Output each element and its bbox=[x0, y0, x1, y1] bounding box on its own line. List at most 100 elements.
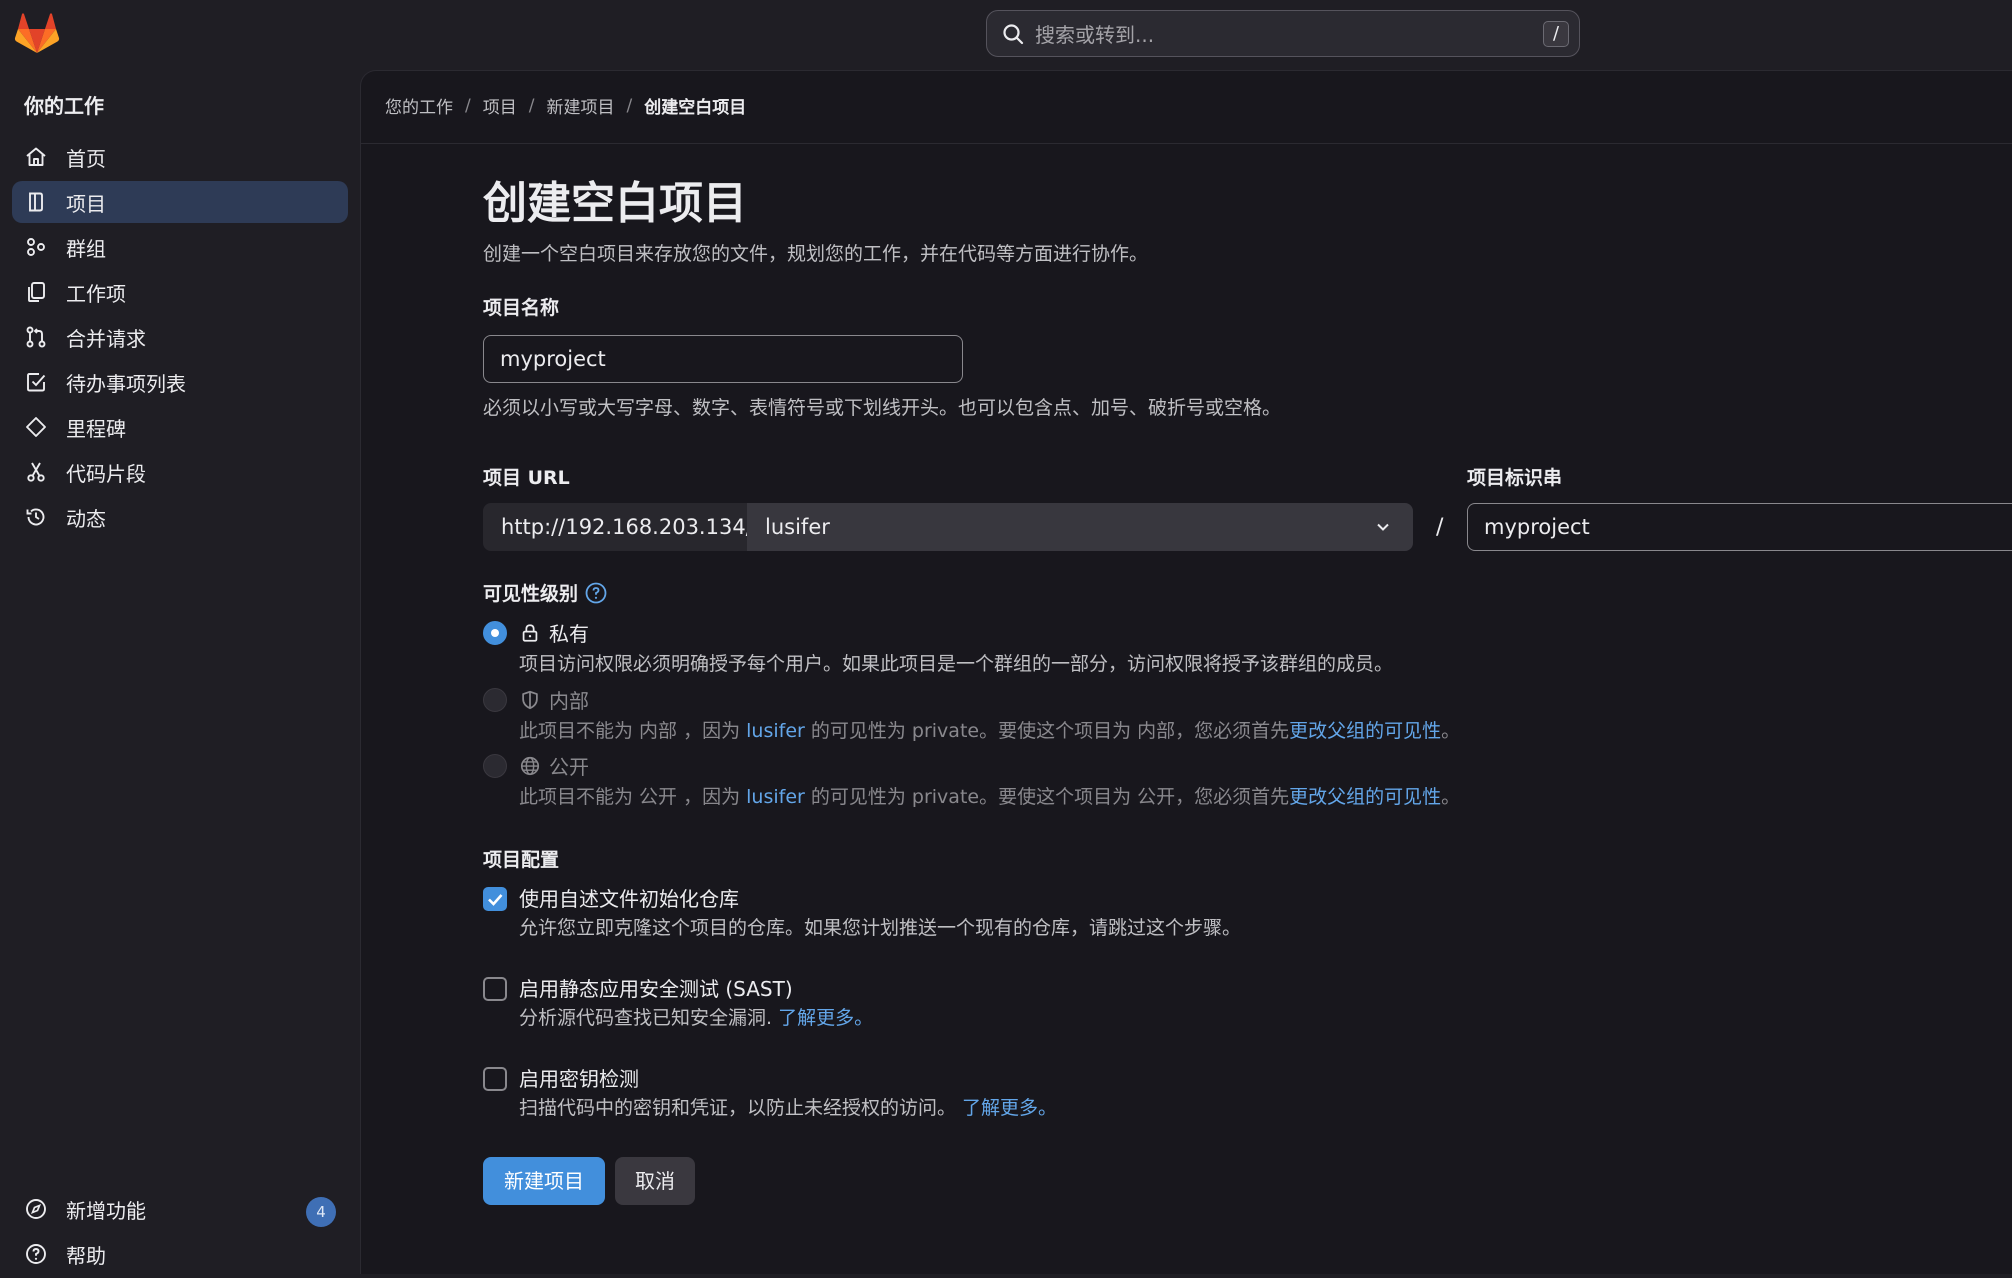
namespace-select[interactable]: lusifer bbox=[747, 503, 1413, 551]
sidebar-item-whats-new[interactable]: 新增功能 4 bbox=[12, 1188, 348, 1230]
sast-checkbox[interactable] bbox=[483, 977, 507, 1001]
breadcrumb-new-project[interactable]: 新建项目 bbox=[546, 93, 614, 118]
readme-description: 允许您立即克隆这个项目的仓库。如果您计划推送一个现有的仓库，请跳过这个步骤。 bbox=[519, 917, 1242, 939]
sidebar-item-label: 帮助 bbox=[66, 1243, 106, 1268]
secret-detection-description: 扫描代码中的密钥和凭证，以防止未经授权的访问。 了解更多。 bbox=[519, 1093, 1057, 1120]
public-desc-text: 的可见性为 private。要使这个项目为 公开，您必须首先 bbox=[804, 786, 1290, 808]
namespace-value: lusifer bbox=[765, 515, 830, 539]
project-url-label: 项目 URL bbox=[483, 467, 570, 489]
visibility-public-label: 公开 bbox=[549, 755, 589, 779]
lock-icon bbox=[522, 623, 538, 642]
project-name-input[interactable]: myproject bbox=[483, 335, 963, 383]
visibility-public-option: 公开 bbox=[519, 751, 589, 780]
group-icon bbox=[27, 238, 45, 256]
create-project-button[interactable]: 新建项目 bbox=[483, 1157, 605, 1205]
project-name-hint: 必须以小写或大写字母、数字、表情符号或下划线开头。也可以包含点、加号、破折号或空… bbox=[483, 397, 1282, 419]
sidebar-item-label: 新增功能 bbox=[66, 1198, 146, 1223]
sidebar-title: 你的工作 bbox=[24, 94, 104, 118]
project-config-label: 项目配置 bbox=[483, 849, 560, 871]
breadcrumb-projects[interactable]: 项目 bbox=[483, 93, 517, 118]
sidebar-item-projects[interactable]: 项目 bbox=[12, 181, 348, 223]
sidebar-item-snippets[interactable]: 代码片段 bbox=[12, 451, 348, 493]
shield-icon bbox=[522, 690, 538, 709]
internal-desc-end: 。 bbox=[1441, 720, 1461, 742]
change-parent-visibility-link[interactable]: 更改父组的可见性 bbox=[1289, 786, 1441, 808]
page-description: 创建一个空白项目来存放您的文件，规划您的工作，并在代码等方面进行协作。 bbox=[483, 243, 1149, 265]
secret-detection-checkbox[interactable] bbox=[483, 1067, 507, 1091]
public-desc-end: 。 bbox=[1441, 786, 1461, 808]
visibility-internal-radio[interactable] bbox=[483, 688, 507, 712]
project-slug-label: 项目标识串 bbox=[1467, 467, 1563, 489]
check-icon bbox=[488, 894, 503, 906]
sast-desc-text: 分析源代码查找已知安全漏洞. bbox=[519, 1007, 779, 1029]
breadcrumb-separator: / bbox=[528, 95, 535, 116]
search-shortcut-key: / bbox=[1543, 21, 1569, 47]
sidebar-item-label: 群组 bbox=[66, 236, 106, 261]
breadcrumb-divider bbox=[361, 143, 2012, 144]
page-title: 创建空白项目 bbox=[483, 178, 747, 229]
main-panel: 您的工作 / 项目 / 新建项目 / 创建空白项目 创建空白项目 创建一个空白项… bbox=[360, 70, 2012, 1274]
breadcrumb-current[interactable]: 创建空白项目 bbox=[644, 93, 746, 118]
sast-learn-more-link[interactable]: 了解更多。 bbox=[778, 1007, 873, 1029]
sidebar-nav: 首页 项目 群组 工作项 合并请求 待办事项列表 里程碑 代码片段 动态 bbox=[12, 136, 348, 541]
globe-icon bbox=[520, 756, 540, 775]
url-slash: / bbox=[1436, 515, 1444, 540]
search-input[interactable]: 搜索或转到... / bbox=[986, 10, 1580, 57]
visibility-private-radio[interactable] bbox=[483, 621, 507, 645]
breadcrumb-separator: / bbox=[465, 95, 471, 116]
merge-request-icon bbox=[26, 326, 46, 348]
readme-checkbox[interactable] bbox=[483, 887, 507, 911]
sidebar-item-label: 里程碑 bbox=[66, 416, 126, 441]
chevron-down-icon bbox=[1377, 523, 1389, 531]
cancel-button[interactable]: 取消 bbox=[615, 1157, 695, 1205]
sidebar-item-label: 工作项 bbox=[66, 281, 126, 306]
visibility-internal-description: 此项目不能为 内部 ，因为 lusifer 的可见性为 private。要使这个… bbox=[519, 716, 1460, 743]
sidebar-item-home[interactable]: 首页 bbox=[12, 136, 348, 178]
sidebar-item-activity[interactable]: 动态 bbox=[12, 496, 348, 538]
secret-learn-more-link[interactable]: 了解更多。 bbox=[962, 1097, 1057, 1119]
sidebar-item-merge-requests[interactable]: 合并请求 bbox=[12, 316, 348, 358]
parent-group-link[interactable]: lusifer bbox=[746, 720, 805, 742]
whats-new-count-badge: 4 bbox=[306, 1197, 336, 1227]
project-slug-input[interactable]: myproject bbox=[1467, 503, 2012, 551]
work-items-icon bbox=[28, 282, 45, 302]
breadcrumb: 您的工作 / 项目 / 新建项目 / 创建空白项目 bbox=[385, 93, 746, 119]
todo-icon bbox=[27, 373, 46, 392]
internal-desc-text: 的可见性为 private。要使这个项目为 内部，您必须首先 bbox=[804, 720, 1290, 742]
sidebar-bottom: 新增功能 4 帮助 bbox=[12, 1188, 348, 1278]
sidebar-item-label: 代码片段 bbox=[66, 461, 146, 486]
breadcrumb-your-work[interactable]: 您的工作 bbox=[385, 93, 453, 118]
change-parent-visibility-link[interactable]: 更改父组的可见性 bbox=[1289, 720, 1441, 742]
sidebar-item-todos[interactable]: 待办事项列表 bbox=[12, 361, 348, 403]
milestone-icon bbox=[26, 417, 46, 437]
project-name-label: 项目名称 bbox=[483, 297, 560, 319]
home-icon bbox=[26, 147, 46, 166]
sidebar-item-groups[interactable]: 群组 bbox=[12, 226, 348, 268]
visibility-private-option: 私有 bbox=[519, 618, 589, 647]
sidebar-item-label: 项目 bbox=[66, 191, 106, 216]
sidebar-item-milestones[interactable]: 里程碑 bbox=[12, 406, 348, 448]
internal-desc-text: 此项目不能为 内部 ，因为 bbox=[519, 720, 747, 742]
visibility-private-description: 项目访问权限必须明确授予每个用户。如果此项目是一个群组的一部分，访问权限将授予该… bbox=[519, 653, 1394, 675]
help-icon bbox=[26, 1244, 46, 1264]
secret-desc-text: 扫描代码中的密钥和凭证，以防止未经授权的访问。 bbox=[519, 1097, 963, 1119]
sidebar-item-label: 合并请求 bbox=[66, 326, 146, 351]
visibility-internal-option: 内部 bbox=[519, 685, 589, 714]
project-url-prefix: http://192.168.203.134/ bbox=[483, 503, 753, 551]
public-desc-text: 此项目不能为 公开 ，因为 bbox=[519, 786, 747, 808]
history-icon bbox=[26, 508, 45, 526]
search-placeholder: 搜索或转到... bbox=[1035, 23, 1155, 47]
project-icon bbox=[29, 192, 43, 212]
visibility-label: 可见性级别 bbox=[483, 583, 579, 605]
gitlab-logo-icon[interactable] bbox=[14, 12, 60, 56]
question-circle-icon[interactable] bbox=[584, 581, 608, 605]
top-bar: 搜索或转到... / bbox=[0, 0, 2012, 70]
visibility-public-radio[interactable] bbox=[483, 754, 507, 778]
secret-detection-label: 启用密钥检测 bbox=[519, 1067, 639, 1091]
compass-icon bbox=[26, 1199, 46, 1219]
sidebar-item-help[interactable]: 帮助 bbox=[12, 1233, 348, 1275]
parent-group-link[interactable]: lusifer bbox=[746, 786, 805, 808]
sidebar-item-work-items[interactable]: 工作项 bbox=[12, 271, 348, 313]
sidebar-item-label: 待办事项列表 bbox=[66, 371, 186, 396]
visibility-internal-label: 内部 bbox=[549, 689, 589, 713]
